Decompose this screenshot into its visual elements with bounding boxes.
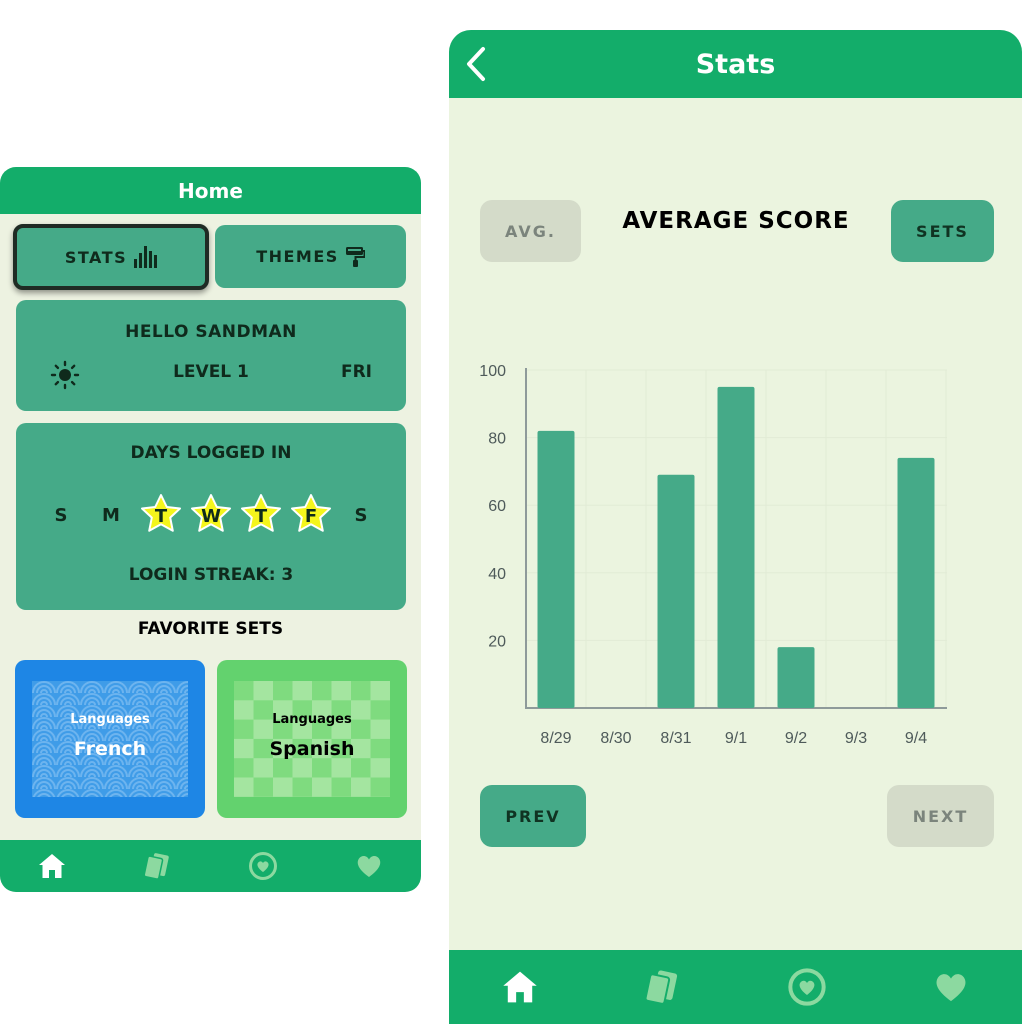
set-card-spanish[interactable]: Languages Spanish	[217, 660, 407, 818]
set-name: French	[73, 738, 147, 760]
paint-roller-icon	[345, 246, 365, 267]
favorites-tab[interactable]	[248, 851, 278, 881]
heart-icon	[357, 855, 380, 877]
home-screen: Home STATS THEMES HELLO SANDMAN LEVEL 1 …	[0, 167, 421, 892]
day-letter: F	[304, 506, 318, 527]
y-tick-label: 40	[488, 566, 506, 583]
greeting-title: HELLO SANDMAN	[125, 322, 297, 342]
home-icon	[503, 971, 537, 1003]
average-score-heading: AVERAGE SCORE	[622, 208, 850, 234]
day-star-4: T	[238, 493, 284, 537]
day-star-2: T	[138, 493, 184, 537]
set-name: Spanish	[269, 738, 355, 760]
login-streak: LOGIN STREAK: 3	[128, 565, 294, 585]
prev-button[interactable]: PREV	[480, 785, 586, 847]
page-title: Home	[178, 178, 243, 203]
bar-9/1	[717, 386, 755, 708]
day-letter: W	[201, 506, 221, 527]
day-letter-0: S	[38, 493, 84, 537]
heart-icon	[936, 974, 966, 1002]
cards-icon	[645, 970, 678, 1004]
day-letter: T	[254, 506, 268, 527]
y-tick-label: 60	[488, 498, 506, 515]
set-category: Languages	[272, 712, 352, 727]
day-star-3: W	[188, 493, 234, 537]
x-tick-label: 8/30	[600, 730, 631, 747]
likes-tab[interactable]	[933, 970, 969, 1004]
back-arrow-icon[interactable]	[459, 46, 495, 82]
week-row: SMTWTFS	[38, 493, 384, 537]
day-letter-6: S	[338, 493, 384, 537]
bar-9/2	[777, 647, 815, 708]
stats-header: Stats	[449, 30, 1022, 98]
set-card-french[interactable]: Languages French	[15, 660, 205, 818]
heart-circle-icon	[248, 852, 277, 880]
y-tick-label: 80	[488, 431, 506, 448]
y-tick-label: 20	[488, 633, 506, 650]
stats-tab-label: STATS	[64, 247, 128, 267]
y-tick-label: 100	[479, 363, 506, 380]
sets-button[interactable]: SETS	[891, 200, 994, 262]
favorite-sets-title: FAVORITE SETS	[137, 619, 284, 639]
home-header: Home	[0, 167, 421, 214]
favorites-tab[interactable]	[787, 967, 827, 1007]
x-tick-label: 8/31	[660, 730, 691, 747]
home-tab-bar	[0, 840, 421, 892]
cards-tab[interactable]	[644, 970, 680, 1004]
next-button[interactable]: NEXT	[887, 785, 994, 847]
themes-tab-label: THEMES	[256, 247, 339, 266]
greeting-card: HELLO SANDMAN LEVEL 1 FRI	[16, 300, 406, 411]
stats-screen: Stats AVG. AVERAGE SCORE SETS 20 40 60 80 10…	[449, 30, 1022, 1024]
days-logged-in-card: DAYS LOGGED IN S M T W T F S LOGIN STREAK: 3	[16, 423, 406, 610]
themes-tab[interactable]: THEMES	[215, 225, 406, 288]
likes-tab[interactable]	[355, 853, 383, 879]
average-score-chart: 20 40 60 80 100 8/29 8/30 8/31 9/1 9/2 9/3 9/4	[479, 363, 947, 747]
bar-chart-icon	[134, 246, 158, 268]
set-category: Languages	[70, 712, 150, 727]
bar-8/31	[657, 474, 695, 708]
days-logged-in-title: DAYS LOGGED IN	[130, 443, 292, 463]
stats-tab-bar	[449, 950, 1022, 1024]
x-tick-label: 9/1	[725, 730, 747, 747]
stats-tab[interactable]: STATS	[13, 224, 209, 290]
day-letter: M	[102, 504, 120, 526]
home-tab[interactable]	[38, 853, 66, 879]
day-letter-1: M	[88, 493, 134, 537]
day-letter: T	[154, 506, 168, 527]
x-tick-label: 9/2	[785, 730, 807, 747]
page-title: Stats	[695, 48, 776, 80]
day-star-5: F	[288, 493, 334, 537]
home-icon	[39, 854, 66, 878]
bar-8/29	[537, 430, 575, 708]
day-letter: S	[54, 504, 68, 526]
cards-icon	[143, 853, 169, 879]
heart-circle-icon	[787, 968, 826, 1006]
x-tick-label: 8/29	[540, 730, 571, 747]
day-label: FRI	[340, 362, 372, 382]
x-tick-label: 9/3	[845, 730, 867, 747]
avg-button[interactable]: AVG.	[480, 200, 581, 262]
cards-tab[interactable]	[143, 853, 171, 879]
x-tick-label: 9/4	[905, 730, 927, 747]
home-tab[interactable]	[502, 970, 538, 1004]
bar-9/4	[897, 457, 935, 708]
day-letter: S	[354, 504, 368, 526]
